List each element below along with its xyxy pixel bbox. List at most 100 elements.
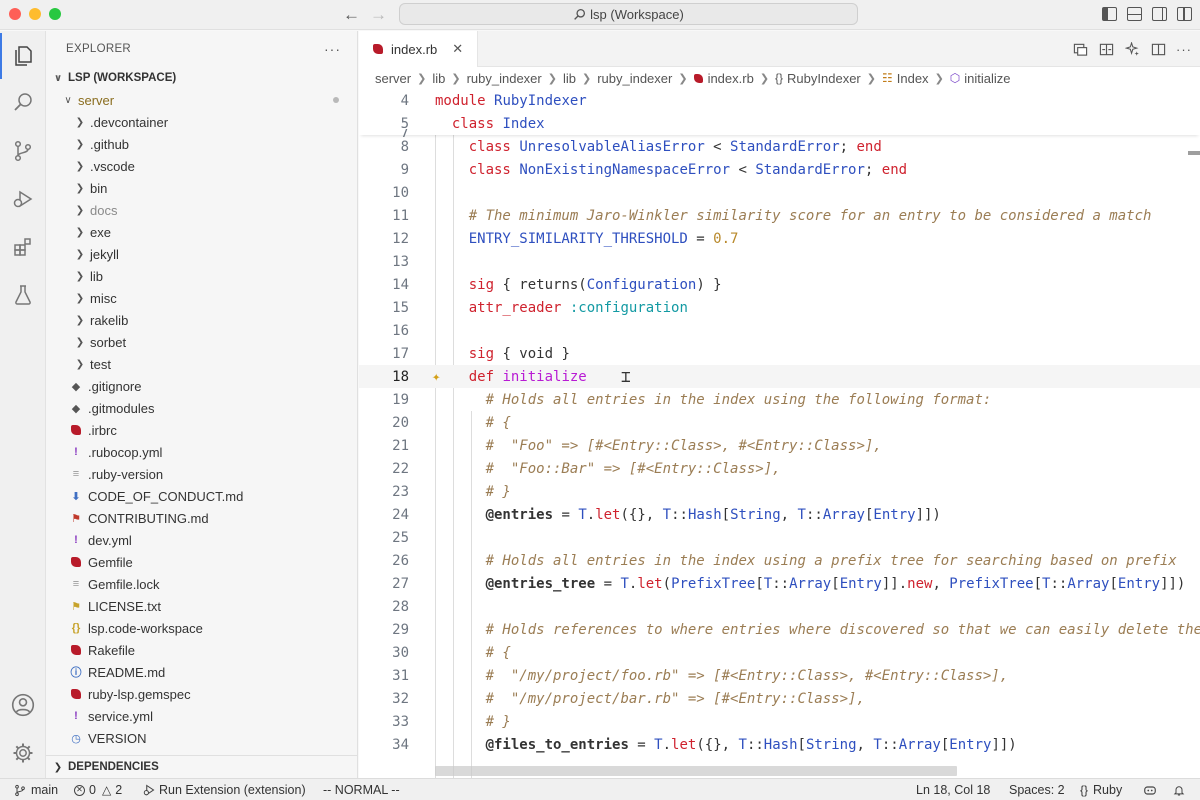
breadcrumb-item[interactable]: ruby_indexer — [467, 71, 542, 86]
search-icon[interactable] — [0, 80, 46, 126]
indentation-label: Spaces: 2 — [1009, 783, 1065, 797]
folder-sorbet[interactable]: ❯ sorbet — [46, 331, 357, 353]
breadcrumb-item[interactable]: ☷ Index — [882, 71, 929, 86]
file-lsp-code-workspace[interactable]: {} lsp.code-workspace — [46, 617, 357, 639]
compare-icon[interactable] — [1098, 41, 1114, 57]
folder-misc[interactable]: ❯ misc — [46, 287, 357, 309]
code-line: 12 ENTRY_SIMILARITY_THRESHOLD = 0.7 — [359, 227, 1200, 250]
chevron-down-icon: ∨ — [64, 94, 72, 106]
file-gitignore[interactable]: ◆ .gitignore — [46, 375, 357, 397]
explorer-icon[interactable] — [0, 33, 46, 79]
line-number: 23 — [392, 483, 409, 500]
breadcrumb-item[interactable]: ruby_indexer — [597, 71, 672, 86]
breadcrumb-item[interactable]: server — [375, 71, 411, 86]
file-rubocop-yml[interactable]: ! .rubocop.yml — [46, 441, 357, 463]
code-token: # { — [485, 414, 511, 431]
copilot-sparkle-icon[interactable] — [1124, 41, 1140, 57]
settings-gear-icon[interactable] — [0, 730, 46, 776]
file-gemfile-lock[interactable]: ≡ Gemfile.lock — [46, 573, 357, 595]
split-editor-icon[interactable] — [1150, 41, 1166, 57]
line-text: # } — [435, 484, 511, 500]
folder-exe[interactable]: ❯ exe — [46, 221, 357, 243]
file-rakefile[interactable]: Rakefile — [46, 639, 357, 661]
info-file-icon: ⓘ — [70, 667, 82, 679]
folder-test[interactable]: ❯ test — [46, 353, 357, 375]
breadcrumb-item[interactable]: lib — [563, 71, 576, 86]
code-token: sig — [468, 276, 495, 293]
file-version[interactable]: ◷ VERSION — [46, 727, 357, 749]
horizontal-scrollbar[interactable] — [435, 766, 957, 776]
customize-layout-icon[interactable] — [1177, 7, 1192, 21]
file-gemfile[interactable]: Gemfile — [46, 551, 357, 573]
forward-arrow-icon[interactable]: → — [370, 5, 387, 25]
code-editor[interactable]: 4 module RubyIndexer 5 class Index 7 8 class… — [359, 89, 1200, 778]
breadcrumb-item[interactable]: {} RubyIndexer — [775, 71, 861, 86]
file-code-of-conduct-md[interactable]: ⬇ CODE_OF_CONDUCT.md — [46, 485, 357, 507]
file-contributing-md[interactable]: ⚑ CONTRIBUTING.md — [46, 507, 357, 529]
debug-icon — [143, 784, 155, 796]
account-icon[interactable] — [0, 682, 46, 728]
copilot-sparkle-icon[interactable]: ✦ — [432, 369, 440, 385]
more-actions-icon[interactable]: ··· — [324, 41, 341, 57]
close-window-button[interactable] — [9, 8, 21, 20]
branch-indicator[interactable]: main — [14, 779, 58, 800]
line-number: 25 — [392, 529, 409, 546]
code-token: 0.7 — [713, 230, 739, 247]
indentation[interactable]: Spaces: 2 — [1009, 779, 1065, 800]
folder-github[interactable]: ❯ .github — [46, 133, 357, 155]
folder-jekyll[interactable]: ❯ jekyll — [46, 243, 357, 265]
command-center[interactable]: lsp (Workspace) — [399, 3, 858, 25]
file-gitmodules[interactable]: ◆ .gitmodules — [46, 397, 357, 419]
copilot-status[interactable] — [1143, 779, 1157, 800]
code-token: Configuration — [586, 276, 697, 293]
line-text: # "/my/project/foo.rb" => [#<Entry::Clas… — [435, 668, 1009, 684]
file-dev-yml[interactable]: ! dev.yml — [46, 529, 357, 551]
tab-index-rb[interactable]: index.rb ✕ — [359, 31, 478, 67]
file-ruby-version[interactable]: ≡ .ruby-version — [46, 463, 357, 485]
folder-devcontainer[interactable]: ❯ .devcontainer — [46, 111, 357, 133]
extensions-icon[interactable] — [0, 224, 46, 270]
toggle-primary-sidebar-icon[interactable] — [1102, 7, 1117, 21]
close-tab-icon[interactable]: ✕ — [452, 41, 463, 57]
folder-server[interactable]: ∨ server — [46, 89, 357, 111]
line-number: 34 — [392, 736, 409, 753]
open-changes-icon[interactable] — [1072, 41, 1088, 57]
breadcrumb-separator-icon: ❯ — [866, 72, 876, 85]
run-extension-item[interactable]: Run Extension (extension) — [143, 779, 306, 800]
breadcrumb-item[interactable]: ⬡ initialize — [950, 71, 1011, 86]
zoom-window-button[interactable] — [49, 8, 61, 20]
folder-bin[interactable]: ❯ bin — [46, 177, 357, 199]
file-readme-md[interactable]: ⓘ README.md — [46, 661, 357, 683]
folder-vscode[interactable]: ❯ .vscode — [46, 155, 357, 177]
chevron-right-icon: ❯ — [75, 160, 85, 172]
dependencies-section[interactable]: ❯ DEPENDENCIES — [46, 755, 357, 778]
workspace-root[interactable]: ∨ LSP (WORKSPACE) — [46, 67, 357, 89]
back-arrow-icon[interactable]: ← — [343, 5, 360, 25]
source-control-icon[interactable] — [0, 128, 46, 174]
chevron-right-icon: ❯ — [75, 182, 85, 194]
breadcrumb-label: ruby_indexer — [597, 70, 673, 86]
file-service-yml[interactable]: ! service.yml — [46, 705, 357, 727]
file-irbrc[interactable]: .irbrc — [46, 419, 357, 441]
notifications[interactable] — [1173, 779, 1185, 800]
folder-rakelib[interactable]: ❯ rakelib — [46, 309, 357, 331]
yml-file-icon: ! — [74, 534, 78, 546]
code-line: 14 sig { returns(Configuration) } — [359, 273, 1200, 296]
language-mode[interactable]: {} Ruby — [1080, 779, 1122, 800]
more-actions-icon[interactable]: ··· — [1176, 41, 1192, 57]
testing-icon[interactable] — [0, 272, 46, 318]
folder-lib[interactable]: ❯ lib — [46, 265, 357, 287]
run-debug-icon[interactable] — [0, 176, 46, 222]
cursor-position[interactable]: Ln 18, Col 18 — [916, 779, 990, 800]
line-text: # Holds all entries in the index using t… — [435, 392, 992, 408]
problems-indicator[interactable]: ✕ 0 △ 2 — [74, 779, 122, 800]
file-ruby-lsp-gemspec[interactable]: ruby-lsp.gemspec — [46, 683, 357, 705]
breadcrumb-item[interactable]: lib — [432, 71, 445, 86]
toggle-panel-icon[interactable] — [1127, 7, 1142, 21]
minimize-window-button[interactable] — [29, 8, 41, 20]
code-token: UnresolvableAliasError — [519, 138, 705, 155]
folder-docs[interactable]: ❯ docs — [46, 199, 357, 221]
breadcrumb-item[interactable]: index.rb — [693, 71, 754, 86]
file-license-txt[interactable]: ⚑ LICENSE.txt — [46, 595, 357, 617]
toggle-secondary-sidebar-icon[interactable] — [1152, 7, 1167, 21]
